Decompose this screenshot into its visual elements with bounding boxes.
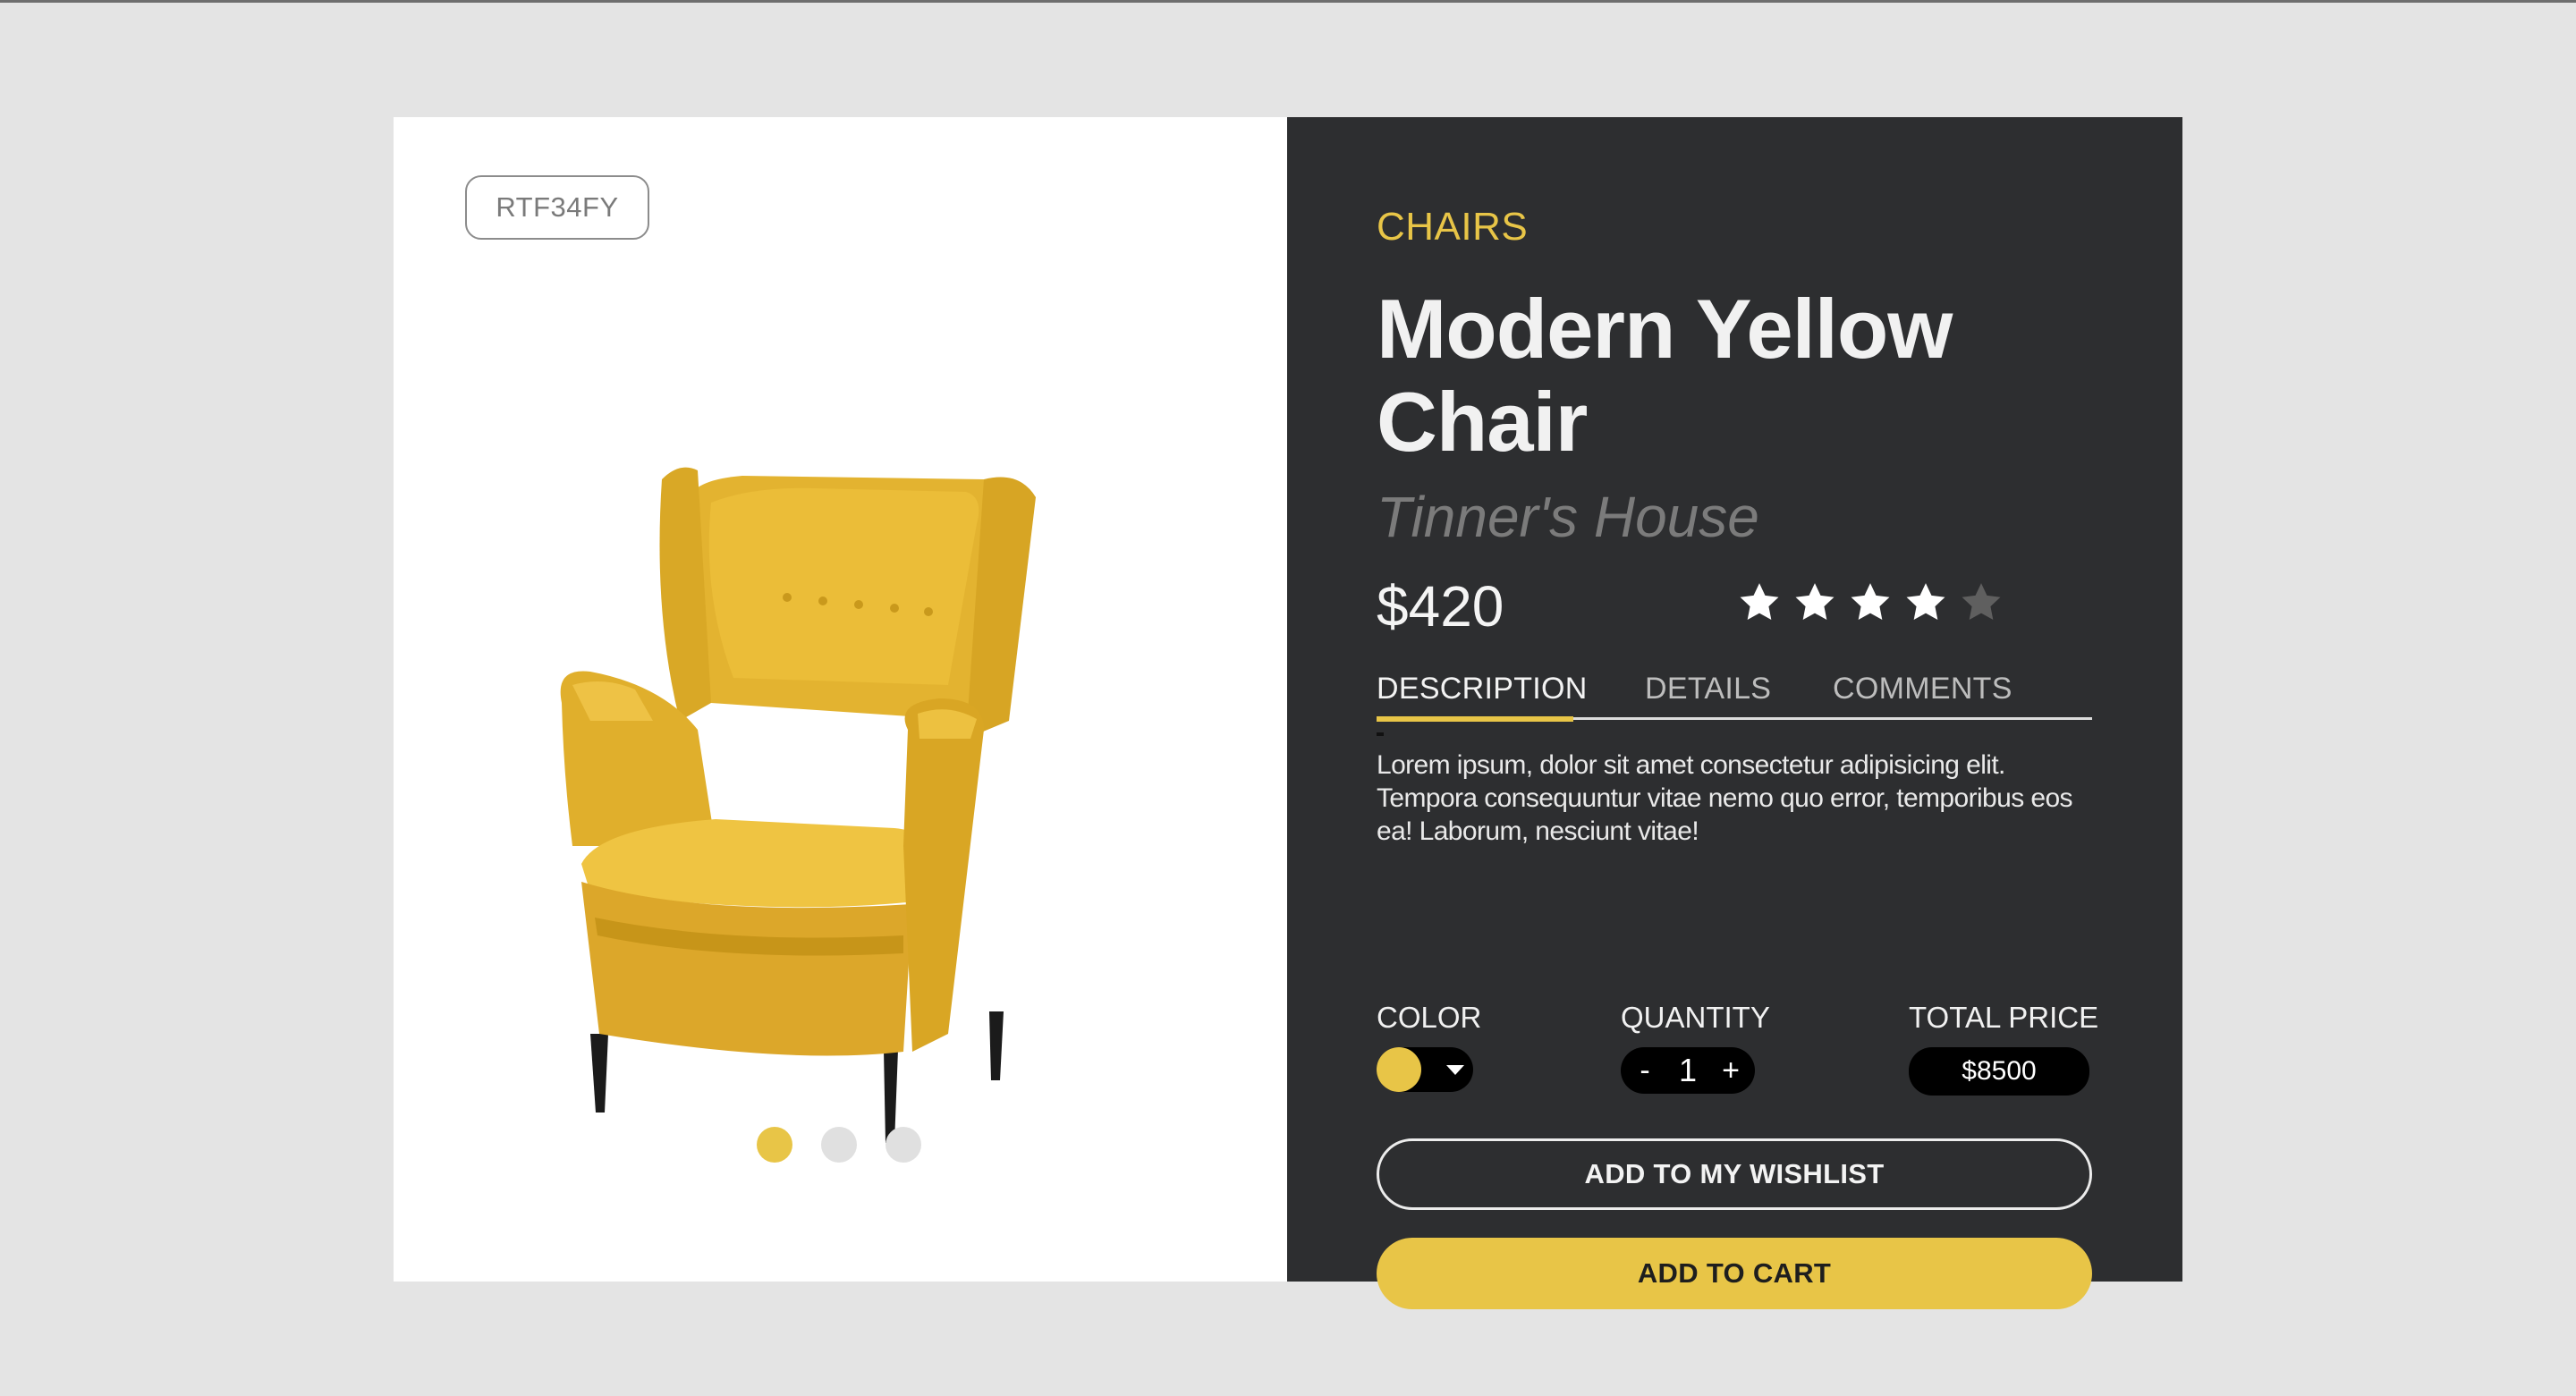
product-image xyxy=(519,345,1109,1168)
tab-details[interactable]: DETAILS xyxy=(1645,672,1771,706)
yellow-armchair-illustration xyxy=(560,467,1036,1143)
total-price-label: TOTAL PRICE xyxy=(1909,1001,2099,1034)
quantity-stepper: - 1 + xyxy=(1621,1047,1755,1094)
star-filled-icon xyxy=(1851,583,1890,620)
star-filled-icon xyxy=(1795,583,1835,620)
product-title: Modern Yellow Chair xyxy=(1377,282,1953,469)
product-tabs: DESCRIPTION DETAILS COMMENTS xyxy=(1377,672,2092,722)
gallery-dot-2[interactable] xyxy=(821,1127,857,1163)
add-to-cart-button[interactable]: ADD TO CART xyxy=(1377,1238,2092,1309)
color-select[interactable] xyxy=(1377,1047,1473,1092)
star-filled-icon xyxy=(1740,583,1779,620)
product-details: CHAIRS Modern Yellow Chair Tinner's Hous… xyxy=(1287,117,2182,1309)
rating-stars xyxy=(1737,580,2004,625)
tab-marker xyxy=(1377,732,1384,736)
total-price-value: $8500 xyxy=(1909,1047,2089,1096)
color-label: COLOR xyxy=(1377,1001,1482,1034)
sku-badge: RTF34FY xyxy=(465,175,649,240)
tab-description[interactable]: DESCRIPTION xyxy=(1377,672,1588,706)
product-category: CHAIRS xyxy=(1377,205,1529,249)
quantity-label: QUANTITY xyxy=(1621,1001,1770,1034)
product-gallery: RTF34FY xyxy=(394,117,1287,1282)
product-description: Lorem ipsum, dolor sit amet consectetur … xyxy=(1377,750,2073,846)
gallery-dot-3[interactable] xyxy=(886,1127,921,1163)
star-filled-icon xyxy=(1906,583,1945,620)
add-to-wishlist-button[interactable]: ADD TO MY WISHLIST xyxy=(1377,1138,2092,1210)
quantity-increase-button[interactable]: + xyxy=(1719,1053,1742,1088)
star-empty-icon xyxy=(1962,583,2001,620)
window-top-border xyxy=(0,0,2576,3)
product-price: $420 xyxy=(1377,574,1504,639)
caret-down-icon xyxy=(1446,1065,1464,1075)
quantity-value: 1 xyxy=(1678,1052,1698,1088)
tab-comments[interactable]: COMMENTS xyxy=(1833,672,2012,706)
gallery-dot-1[interactable] xyxy=(757,1127,792,1163)
quantity-decrease-button[interactable]: - xyxy=(1633,1053,1657,1088)
color-swatch xyxy=(1377,1047,1421,1092)
product-card: RTF34FY CHAIRS Modern Yellow Chair Tinne… xyxy=(394,117,2182,1309)
gallery-pagination xyxy=(757,1127,921,1163)
product-brand: Tinner's House xyxy=(1377,485,1759,549)
active-tab-indicator xyxy=(1377,716,1573,722)
